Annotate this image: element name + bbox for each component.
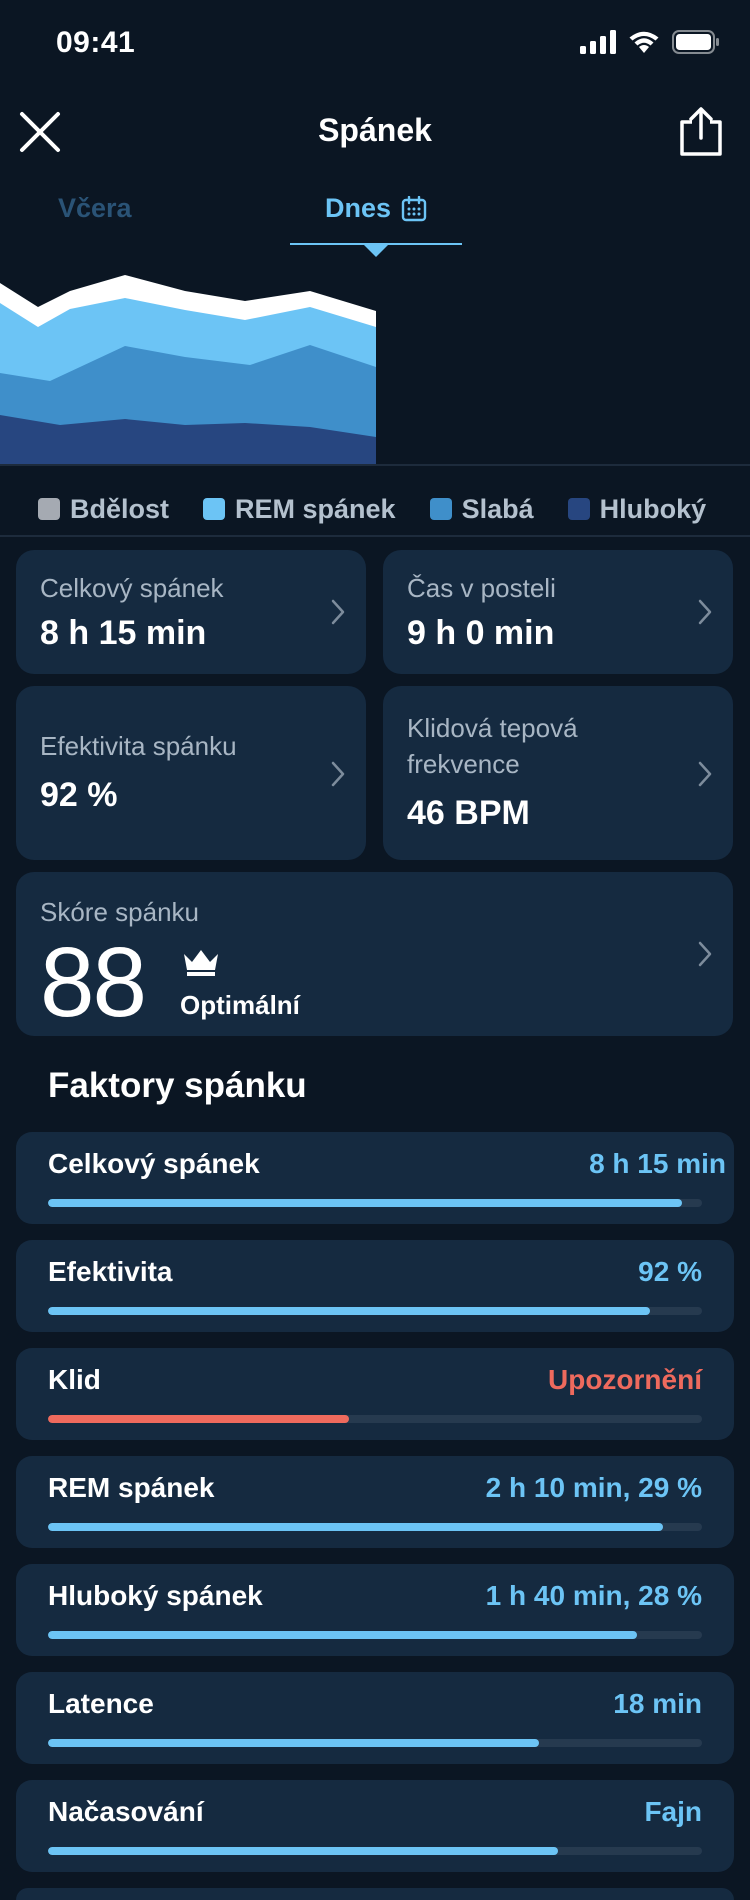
legend-divider [0,535,750,537]
factor-timing[interactable]: Načasování Fajn [16,1780,734,1872]
factor-name: Načasování [48,1796,204,1827]
legend-label-slaba: Slabá [461,493,534,524]
factor-progress-fill [48,1307,650,1315]
factor-name: Efektivita [48,1256,173,1287]
legend-swatch-rem [203,498,226,520]
sleep-stage-chart [0,275,376,465]
legend-swatch-bdelost [38,498,60,520]
chart-legend: Bdělost REM spánek Slabá Hluboký [0,484,750,534]
factor-value: 1 h 40 min, 28 % [485,1580,702,1611]
resting-heart-rate-value: 46 BPM [407,794,530,832]
factor-name: Celkový spánek [48,1148,260,1179]
battery-icon [672,30,719,54]
share-icon[interactable] [678,106,724,158]
factor-track [48,1199,702,1207]
status-time: 09:41 [56,26,136,59]
factor-progress-fill [48,1415,349,1423]
cellular-signal-icon [580,30,616,54]
legend-swatch-hluboky [567,498,590,520]
factor-progress-fill [48,1739,539,1747]
factor-deep-sleep[interactable]: Hluboký spánek 1 h 40 min, 28 % [16,1564,734,1656]
factor-progress-fill [48,1199,683,1207]
time-in-bed-value: 9 h 0 min [407,614,555,652]
factor-track [48,1631,702,1639]
tab-today-label-group: Dnes [325,193,427,224]
status-bar: 09:41 [0,0,750,90]
factor-track [48,1415,702,1423]
sleep-score-description: Optimální [180,990,300,1020]
chevron-right-icon [331,761,345,787]
sleep-efficiency-label: Efektivita spánku [40,731,237,761]
sleep-score-card[interactable]: Skóre spánku 88 Optimální [16,872,733,1036]
factor-value: Upozornění [548,1364,702,1395]
factor-value: 18 min [613,1688,702,1719]
legend-item-bdelost: Bdělost [38,494,169,525]
page-title: Spánek [318,112,432,148]
legend-item-rem: REM spánek [203,494,396,525]
resting-heart-rate-label: Klidová tepová frekvence [407,713,578,779]
factor-calm[interactable]: Klid Upozornění [16,1348,734,1440]
legend-label-rem: REM spánek [235,493,396,524]
factor-track [48,1307,702,1315]
legend-swatch-slaba [429,498,452,520]
factor-rem-sleep[interactable]: REM spánek 2 h 10 min, 29 % [16,1456,734,1548]
chevron-right-icon [698,941,712,967]
factor-name: Klid [48,1364,101,1395]
legend-item-slaba: Slabá [429,493,534,525]
factor-value: 8 h 15 min [589,1148,726,1179]
chart-divider [0,464,750,466]
total-sleep-label: Celkový spánek [40,573,224,603]
factor-track [48,1523,702,1531]
tab-yesterday[interactable]: Včera [58,193,132,224]
factor-value: 92 % [638,1256,702,1287]
sleep-efficiency-card[interactable]: Efektivita spánku 92 % [16,686,366,860]
factor-name: Latence [48,1688,154,1719]
factor-total-sleep[interactable]: Celkový spánek 8 h 15 min [16,1132,734,1224]
tab-today[interactable]: Dnes [290,185,462,257]
resting-heart-rate-card[interactable]: Klidová tepová frekvence 46 BPM [383,686,733,860]
factor-latency[interactable]: Latence 18 min [16,1672,734,1764]
legend-item-hluboky: Hluboký [567,493,707,525]
factor-value: Fajn [644,1796,702,1827]
chevron-right-icon [698,761,712,787]
factor-name: Hluboký spánek [48,1580,263,1611]
factor-track [48,1847,702,1855]
sleep-score-value: 88 [40,927,147,1037]
day-tabs: Včera Dnes [0,185,750,257]
total-sleep-card[interactable]: Celkový spánek 8 h 15 min [16,550,366,674]
sleep-efficiency-value: 92 % [40,776,118,814]
factor-progress-fill [48,1631,637,1639]
factor-progress-fill [48,1847,559,1855]
wifi-icon [629,31,659,53]
calendar-icon [401,195,427,221]
factor-efficiency[interactable]: Efektivita 92 % [16,1240,734,1332]
legend-label-bdelost: Bdělost [70,493,170,524]
time-in-bed-card[interactable]: Čas v posteli 9 h 0 min [383,550,733,674]
status-icons [580,30,720,54]
time-in-bed-label: Čas v posteli [407,573,556,603]
top-bar: Spánek [0,100,750,170]
chevron-right-icon [698,599,712,625]
chevron-right-icon [331,599,345,625]
total-sleep-value: 8 h 15 min [40,614,207,652]
sleep-score-label: Skóre spánku [40,897,199,927]
factor-next-partial [16,1888,734,1900]
factor-progress-fill [48,1523,663,1531]
crown-icon [184,950,218,976]
tab-caret [364,245,388,257]
factor-track [48,1739,702,1747]
legend-label-hluboky: Hluboký [599,493,707,524]
sleep-factors-title: Faktory spánku [48,1066,307,1105]
factor-value: 2 h 10 min, 29 % [485,1472,702,1503]
tab-today-label: Dnes [324,193,392,223]
factor-name: REM spánek [48,1472,215,1503]
